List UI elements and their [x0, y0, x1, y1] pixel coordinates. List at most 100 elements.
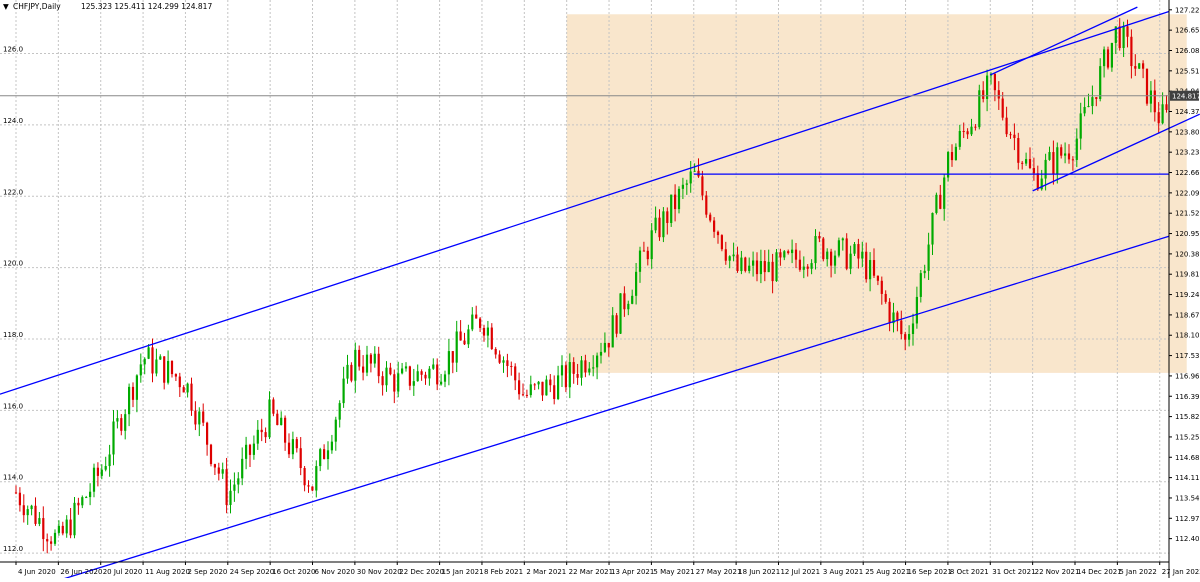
candle-bear: [615, 315, 618, 334]
candle-bear: [779, 252, 782, 258]
candle-bull: [599, 351, 603, 356]
candle-bear: [50, 541, 53, 544]
candle-bear: [42, 518, 45, 540]
candle-bear: [369, 354, 372, 364]
candle-bear: [787, 251, 790, 254]
candle-bull: [404, 366, 408, 369]
candle-bear: [217, 467, 220, 474]
candle-bull: [732, 254, 735, 257]
candle-bull: [833, 255, 837, 266]
candle-bull: [740, 257, 743, 272]
candle-bear: [830, 251, 833, 266]
candle-bull: [233, 484, 236, 491]
candle-bull: [1091, 97, 1094, 107]
candle-bull: [619, 293, 622, 334]
candle-bull: [1099, 66, 1102, 99]
candle-bear: [666, 211, 669, 224]
candle-bull: [1149, 90, 1152, 104]
price-tick-label: 125.515: [1175, 67, 1200, 75]
candle-bull: [81, 497, 84, 506]
candle-bull: [849, 253, 852, 269]
candle-bear: [993, 73, 996, 91]
candle-bull: [919, 273, 922, 297]
candle-bear: [182, 387, 185, 393]
candle-bull: [104, 466, 107, 470]
candle-bear: [14, 492, 18, 494]
grid-price-label: 124.0: [3, 117, 23, 125]
highlight-zone[interactable]: [566, 14, 1187, 373]
chart-canvas[interactable]: 112.0 114.0 116.0 118.0 120.0 122.0 124.0 126.0…: [0, 0, 1200, 582]
candle-bull: [911, 323, 915, 335]
candle-bull: [1075, 138, 1078, 160]
time-tick-label: 16 Oct 2020: [272, 568, 315, 576]
candle-bear: [1017, 138, 1020, 163]
candle-bear: [120, 418, 123, 431]
price-tick-label: 117.535: [1175, 352, 1200, 360]
time-tick-label: 30 Nov 2020: [357, 568, 402, 576]
candle-bull: [943, 177, 946, 209]
candle-bull: [560, 365, 564, 376]
candle-bear: [1145, 68, 1149, 104]
candle-bull: [545, 379, 548, 396]
candle-bull: [662, 211, 665, 238]
chart-header: ▼ CHFJPY,Daily 125.323 125.411 124.299 1…: [3, 2, 212, 11]
candle-bear: [1067, 153, 1071, 160]
price-tick-label: 116.965: [1175, 372, 1200, 380]
candle-bull: [455, 331, 458, 363]
candle-bear: [623, 293, 626, 310]
price-tick-label: 115.825: [1175, 413, 1200, 421]
candle-bull: [689, 171, 692, 184]
candle-bull: [471, 314, 474, 330]
grid-price-label: 116.0: [3, 402, 23, 410]
candle-bear: [950, 152, 954, 161]
candle-bull: [954, 146, 957, 161]
candle-bear: [646, 250, 649, 260]
candle-bear: [1060, 147, 1063, 156]
dropdown-triangle-icon[interactable]: ▼: [3, 2, 9, 11]
time-tick-label: 22 Nov 2021: [1035, 568, 1080, 576]
candle-bear: [521, 394, 525, 396]
candle-bear: [170, 360, 174, 375]
candle-bear: [248, 444, 252, 455]
candle-bear: [880, 280, 883, 294]
time-tick-label: 22 Dec 2020: [399, 568, 444, 576]
candle-bear: [553, 385, 556, 400]
price-tick-label: 126.085: [1175, 47, 1200, 55]
price-tick-label: 113.545: [1175, 494, 1200, 502]
candle-bull: [837, 240, 840, 256]
candle-bull: [923, 270, 926, 274]
candle-bear: [1032, 168, 1035, 174]
candle-bull: [432, 364, 435, 369]
candle-bear: [131, 386, 135, 400]
candle-bull: [681, 184, 684, 189]
candle-bear: [510, 366, 513, 368]
candle-bear: [69, 519, 72, 536]
price-tick-label: 116.395: [1175, 393, 1200, 401]
candle-bull: [802, 266, 805, 270]
candle-bull: [767, 261, 770, 273]
candle-bear: [459, 331, 462, 341]
candle-bull: [139, 364, 142, 376]
candle-bull: [338, 403, 341, 420]
candle-bear: [701, 176, 704, 196]
candle-bull: [100, 469, 103, 476]
candle-bear: [1036, 173, 1039, 190]
candle-bull: [73, 502, 76, 536]
candle-bear: [46, 539, 49, 542]
candle-bear: [311, 486, 314, 491]
candle-bear: [1157, 112, 1160, 124]
candle-bull: [931, 212, 934, 245]
candle-bear: [163, 356, 166, 383]
grid-price-label: 112.0: [3, 545, 23, 553]
candle-bull: [89, 491, 92, 498]
price-chart[interactable]: 112.0 114.0 116.0 118.0 120.0 122.0 124.0 126.0…: [0, 0, 1200, 582]
candle-bear: [974, 126, 977, 128]
candle-bull: [373, 353, 376, 364]
candle-bull: [654, 217, 657, 231]
candle-bull: [128, 386, 131, 415]
candle-bull: [759, 261, 762, 275]
candle-bull: [592, 367, 595, 369]
candle-bull: [529, 384, 532, 396]
candle-bear: [225, 469, 228, 505]
candle-bear: [490, 327, 493, 349]
